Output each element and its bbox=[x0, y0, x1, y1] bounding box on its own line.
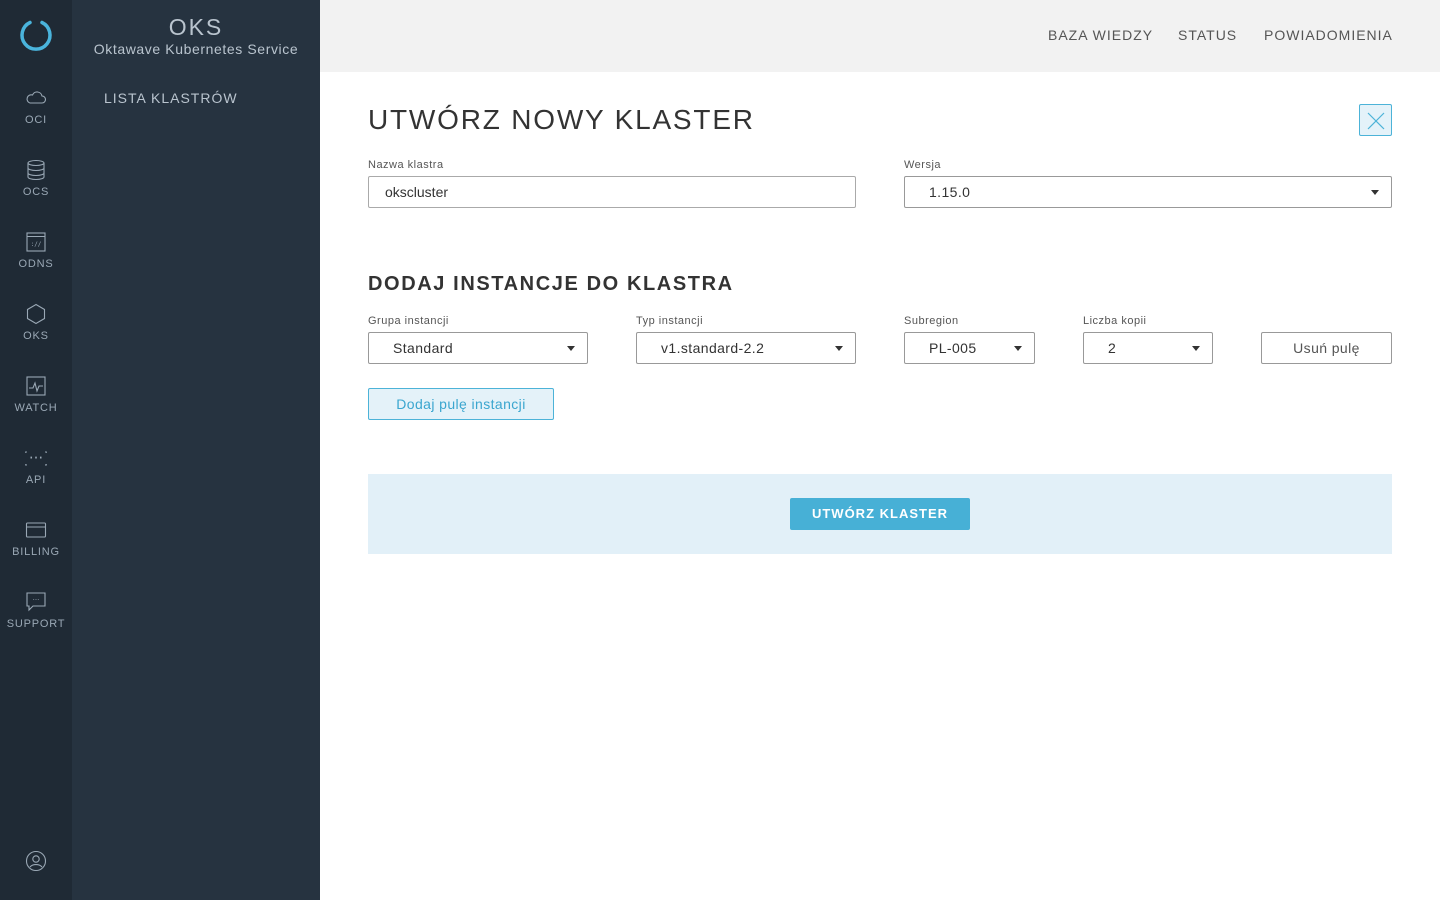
dns-icon: :// bbox=[26, 232, 46, 252]
instance-group-label: Grupa instancji bbox=[368, 315, 449, 327]
create-cluster-button[interactable]: UTWÓRZ KLASTER bbox=[790, 498, 970, 530]
cluster-name-input[interactable] bbox=[368, 176, 856, 208]
svg-text:···: ··· bbox=[33, 596, 40, 604]
instances-section-title: DODAJ INSTANCJE DO KLASTRA bbox=[368, 273, 734, 295]
rail-item-label: OCI bbox=[25, 114, 47, 126]
rail-item-label: BILLING bbox=[12, 546, 60, 558]
rail-item-api[interactable]: {···} API bbox=[0, 447, 72, 507]
cluster-name-label: Nazwa klastra bbox=[368, 159, 444, 171]
subregion-select[interactable]: PL-005 bbox=[904, 332, 1035, 364]
hexagon-icon bbox=[26, 303, 46, 325]
user-icon[interactable] bbox=[25, 850, 47, 872]
subregion-label: Subregion bbox=[904, 315, 959, 327]
sidebar-item-cluster-list[interactable]: LISTA KLASTRÓW bbox=[104, 90, 238, 106]
rail-item-label: ODNS bbox=[18, 258, 54, 270]
caret-down-icon bbox=[567, 346, 575, 351]
page-title: UTWÓRZ NOWY KLASTER bbox=[368, 104, 755, 135]
caret-down-icon bbox=[1192, 346, 1200, 351]
svg-text:://: :// bbox=[31, 241, 42, 248]
caret-down-icon bbox=[1371, 190, 1379, 195]
credit-card-icon bbox=[25, 522, 47, 538]
remove-pool-button[interactable]: Usuń pulę bbox=[1261, 332, 1392, 364]
rail-item-label: SUPPORT bbox=[6, 618, 66, 630]
topbar-link-knowledge-base[interactable]: BAZA WIEDZY bbox=[1048, 27, 1153, 43]
icon-rail: OCI OCS :// ODNS OKS WATCH {···} API BIL… bbox=[0, 0, 72, 900]
oktawave-logo-icon[interactable] bbox=[18, 17, 54, 53]
rail-item-oks[interactable]: OKS bbox=[0, 303, 72, 363]
caret-down-icon bbox=[835, 346, 843, 351]
add-instance-pool-button[interactable]: Dodaj pulę instancji bbox=[368, 388, 554, 420]
version-value: 1.15.0 bbox=[929, 184, 971, 200]
rail-item-label: OKS bbox=[23, 330, 49, 342]
replicas-value: 2 bbox=[1108, 340, 1117, 356]
replicas-label: Liczba kopii bbox=[1083, 315, 1147, 327]
rail-item-ocs[interactable]: OCS bbox=[0, 159, 72, 219]
top-bar: BAZA WIEDZY STATUS POWIADOMIENIA bbox=[320, 0, 1440, 72]
rail-item-label: API bbox=[25, 474, 47, 486]
subregion-value: PL-005 bbox=[929, 340, 977, 356]
rail-item-watch[interactable]: WATCH bbox=[0, 375, 72, 435]
instance-type-label: Typ instancji bbox=[636, 315, 704, 327]
cloud-icon bbox=[26, 91, 47, 104]
app-title: OKS bbox=[168, 14, 224, 40]
monitor-pulse-icon bbox=[26, 376, 46, 396]
svg-text:{···}: {···} bbox=[25, 449, 47, 467]
instance-type-value: v1.standard-2.2 bbox=[661, 340, 765, 356]
chat-bubble-icon: ··· bbox=[26, 592, 46, 612]
rail-item-support[interactable]: ··· SUPPORT bbox=[0, 591, 72, 651]
version-label: Wersja bbox=[904, 159, 942, 171]
rail-item-label: WATCH bbox=[14, 402, 58, 414]
replicas-select[interactable]: 2 bbox=[1083, 332, 1213, 364]
instance-type-select[interactable]: v1.standard-2.2 bbox=[636, 332, 856, 364]
close-button[interactable] bbox=[1359, 104, 1392, 136]
create-cluster-panel: UTWÓRZ KLASTER bbox=[368, 474, 1392, 554]
topbar-link-notifications[interactable]: POWIADOMIENIA bbox=[1264, 27, 1393, 43]
rail-item-oci[interactable]: OCI bbox=[0, 87, 72, 147]
app-subtitle: Oktawave Kubernetes Service bbox=[93, 41, 299, 57]
rail-item-odns[interactable]: :// ODNS bbox=[0, 231, 72, 291]
sidebar: OKS Oktawave Kubernetes Service LISTA KL… bbox=[72, 0, 320, 900]
close-icon bbox=[1367, 112, 1385, 130]
instance-group-select[interactable]: Standard bbox=[368, 332, 588, 364]
topbar-link-status[interactable]: STATUS bbox=[1178, 27, 1237, 43]
instance-group-value: Standard bbox=[393, 340, 454, 356]
rail-item-billing[interactable]: BILLING bbox=[0, 519, 72, 579]
braces-icon: {···} bbox=[25, 449, 47, 467]
database-icon bbox=[27, 159, 45, 181]
caret-down-icon bbox=[1014, 346, 1022, 351]
version-select[interactable]: 1.15.0 bbox=[904, 176, 1392, 208]
rail-item-label: OCS bbox=[22, 186, 50, 198]
